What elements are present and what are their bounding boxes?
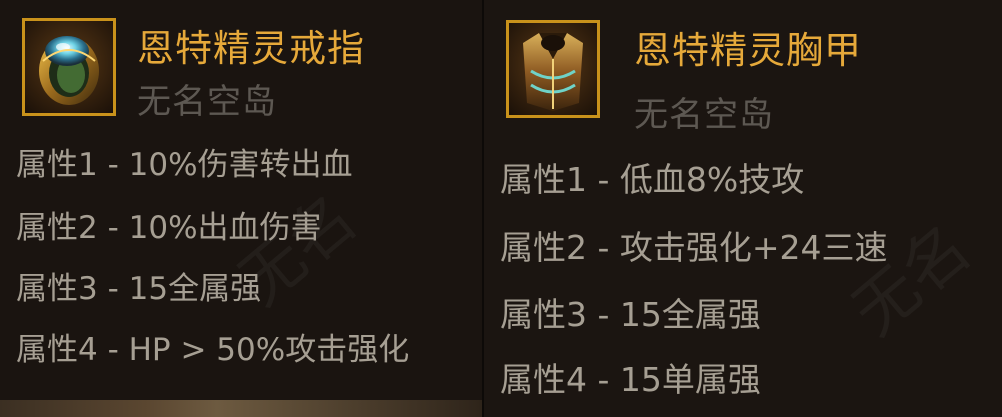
item-name: 恩特精灵胸甲 bbox=[634, 29, 862, 72]
attribute-4: 属性4 - HP > 50%攻击强化 bbox=[16, 332, 410, 368]
item-subtitle: 无名空岛 bbox=[634, 95, 774, 135]
watermark: 无名 bbox=[829, 200, 986, 353]
attribute-1: 属性1 - 低血8%技攻 bbox=[500, 160, 805, 199]
attribute-3: 属性3 - 15全属强 bbox=[16, 271, 262, 307]
background-game-strip bbox=[0, 400, 482, 417]
chest-armor-icon bbox=[506, 20, 600, 118]
ring-icon bbox=[22, 18, 116, 116]
item-tooltip-chest: 无名 恩特精灵胸甲 无名空岛 属性1 - 低血8%技攻 属性2 - 攻击强化+2… bbox=[484, 0, 1002, 417]
attribute-3: 属性3 - 15全属强 bbox=[500, 295, 761, 334]
attribute-1: 属性1 - 10%伤害转出血 bbox=[16, 147, 353, 183]
attribute-4: 属性4 - 15单属强 bbox=[500, 360, 761, 399]
attribute-2: 属性2 - 攻击强化+24三速 bbox=[500, 228, 888, 267]
item-tooltip-ring: 无名 恩特精灵戒指 bbox=[0, 0, 482, 400]
item-subtitle: 无名空岛 bbox=[137, 82, 277, 122]
attribute-2: 属性2 - 10%出血伤害 bbox=[16, 210, 322, 246]
item-name: 恩特精灵戒指 bbox=[137, 27, 365, 70]
